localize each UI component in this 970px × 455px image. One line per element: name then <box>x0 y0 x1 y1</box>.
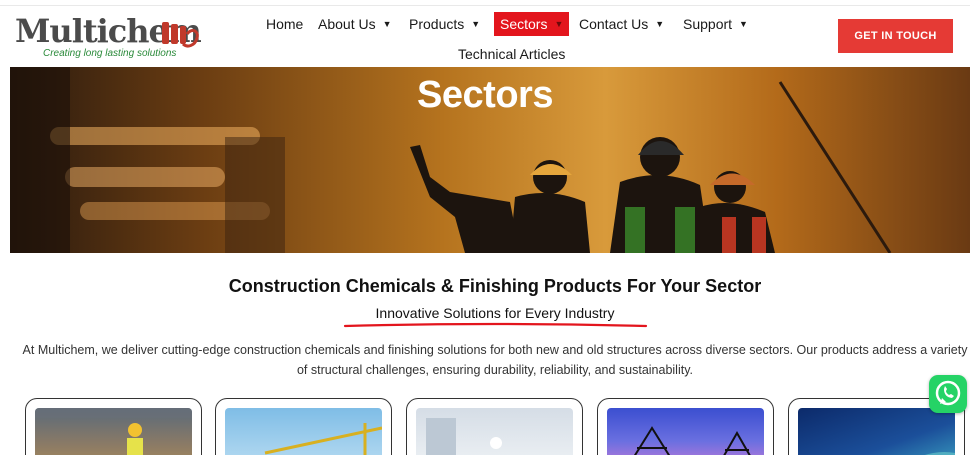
chevron-down-icon: ▼ <box>382 19 392 29</box>
nav-contact-us-label: Contact Us <box>579 16 649 32</box>
section-heading: Construction Chemicals & Finishing Produ… <box>228 276 762 296</box>
nav-technical-articles-label: Technical Articles <box>458 46 566 62</box>
whatsapp-icon <box>935 380 961 406</box>
logo-mark-icon <box>162 22 199 48</box>
nav-about-us[interactable]: About Us ▼ <box>318 12 392 36</box>
nav-technical-articles[interactable]: Technical Articles <box>458 42 565 66</box>
nav-sectors-label: Sectors <box>500 16 548 32</box>
nav-home[interactable]: Home <box>266 12 303 36</box>
section-subheading: Innovative Solutions for Every Industry <box>375 305 615 321</box>
nav-home-label: Home <box>266 16 304 32</box>
nav-products[interactable]: Products ▼ <box>409 12 480 36</box>
get-in-touch-button[interactable]: GET IN TOUCH <box>838 19 953 53</box>
site-logo[interactable]: Multichem Creating long lasting solution… <box>15 14 202 62</box>
chevron-down-icon: ▼ <box>655 19 665 29</box>
sector-card[interactable] <box>597 398 774 455</box>
chevron-down-icon: ▼ <box>471 19 481 29</box>
sector-card-image <box>416 408 573 455</box>
hero-title: Sectors <box>417 74 553 116</box>
chevron-down-icon: ▼ <box>739 19 748 29</box>
whatsapp-chat-button[interactable] <box>929 375 967 413</box>
nav-about-us-label: About Us <box>318 16 376 32</box>
logo-tagline: Creating long lasting solutions <box>43 48 177 59</box>
main-nav: Home About Us ▼ Products ▼ Sectors ▼ Contac… <box>258 6 778 68</box>
intro-paragraph: At Multichem, we deliver cutting-edge co… <box>22 343 968 377</box>
sector-card-image <box>225 408 382 455</box>
chevron-down-icon: ▼ <box>554 19 564 29</box>
nav-support-label: Support <box>683 16 733 32</box>
sector-card[interactable] <box>215 398 392 455</box>
sector-card[interactable] <box>25 398 202 455</box>
sector-card-image <box>35 408 192 455</box>
subheading-underline <box>343 322 648 328</box>
sector-card-image <box>607 408 764 455</box>
sector-card[interactable] <box>406 398 583 455</box>
nav-support[interactable]: Support ▼ <box>683 12 748 36</box>
nav-products-label: Products <box>409 16 465 32</box>
sector-card-image <box>798 408 955 455</box>
nav-sectors[interactable]: Sectors ▼ <box>494 12 570 36</box>
nav-contact-us[interactable]: Contact Us ▼ <box>579 12 664 36</box>
